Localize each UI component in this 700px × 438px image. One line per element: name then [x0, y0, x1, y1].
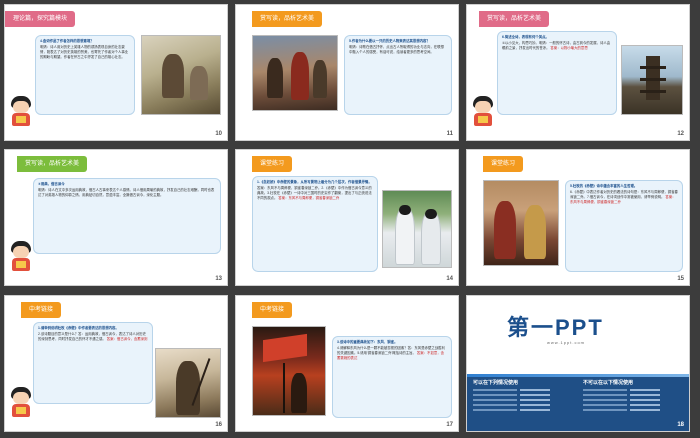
- content-box: 5.杜牧的《赤壁》诗中蕴含丰富的人生哲理。 6.《赤壁》中表达作者对历史的看法的…: [565, 180, 683, 272]
- slide-number: 14: [446, 276, 453, 282]
- question-text: 5.作者为什么要以一只的历史人物来表达其思想内容？: [349, 39, 430, 43]
- answer-text: 答案：借古讽今，含蓄深刻: [106, 337, 148, 341]
- slide-thumbnail-17[interactable]: 中考链接 3.该诗中的重要典故如下：东风、铜雀。 4.请解释东风为什么是一颗不能…: [235, 295, 459, 432]
- content-box: 5.作者为什么要以一只的历史人物来表达其思想内容？ 明清：诗歌在借古抒怀，点出古…: [344, 35, 452, 115]
- body-text: 6.《赤壁》中表达作者对历史的看法的诗句是：东风不与周郎便，铜雀春深锁二乔。7.…: [570, 190, 678, 199]
- question-text: 5.杜牧的《赤壁》诗中蕴含丰富的人生哲理。: [570, 184, 638, 188]
- slide-thumbnail-grid: 理论篇，探究篇模块 4.金词作品了作者怎样的思想意境？ 明清：诗人用对历史上英雄…: [0, 0, 700, 438]
- content-box: 1.《念奴娇》中赤壁的景象，从所写景物上看分为几个层次，作者借景抒情。 答案：东…: [252, 176, 378, 272]
- slide-number: 15: [677, 276, 684, 282]
- question-text: 6.简述全诗，表现有何个美点。: [502, 35, 549, 39]
- slide-banner: 课堂练习: [252, 156, 293, 172]
- slide-number: 12: [677, 131, 684, 137]
- opera-painting-image: [483, 180, 559, 266]
- slide-banner: 课堂练习: [483, 156, 524, 172]
- slide-number: 17: [446, 422, 453, 428]
- content-box: 4.金词作品了作者怎样的思想意境？ 明清：诗人用对历史上英雄人物的颂扬表现自身的…: [35, 35, 135, 115]
- warrior-painting-image: [155, 348, 221, 418]
- slide-thumbnail-13[interactable]: 赏写读，品析艺术美 ②用典，借古讽今 明清：诗人在文中多次运用典故，借古人古事来…: [4, 149, 228, 286]
- ink-painting-image: [141, 35, 221, 115]
- slide-number: 11: [446, 131, 453, 137]
- allowed-usage-heading: 可以在下列情况使用: [473, 380, 519, 386]
- body-text: 明清：诗歌在借古抒怀，点出古人所取得的功业与志向，在联想中融入个人的感受，有话可…: [349, 45, 444, 54]
- mascot-icon: [9, 241, 33, 275]
- mascot-icon: [9, 96, 33, 130]
- slide-banner: 理论篇，探究篇模块: [5, 11, 76, 27]
- brand-logo: 第一PPT: [507, 315, 604, 340]
- body-text: 明清：诗人在文中多次运用典故，借古人古事来表达个人感情。诗人借用周瑜的典故，抒发…: [38, 188, 215, 197]
- pagoda-image: [621, 45, 683, 115]
- slide-thumbnail-16[interactable]: 中考链接 1.请举例说明杜牧《赤壁》中作者要表达的思想内容。 2.该诗题目的意义…: [4, 295, 228, 432]
- drama-still-image: [382, 190, 452, 268]
- content-box: 1.请举例说明杜牧《赤壁》中作者要表达的思想内容。 2.该诗题目的意义是什么？答…: [33, 322, 153, 404]
- slide-number: 10: [215, 131, 222, 137]
- brand-header: 第一PPT www.1ppt.com: [467, 296, 689, 378]
- content-box: 6.简述全诗，表现有何个美点。 ①以小见大，构思巧妙。明清：一般的怀古诗，由古到…: [497, 31, 617, 115]
- slide-banner: 中考链接: [252, 302, 293, 318]
- slide-thumbnail-18[interactable]: 第一PPT www.1ppt.com 可以在下列情况使用 不可以在以下情况使用: [466, 295, 690, 432]
- question-text: 1.《念奴娇》中赤壁的景象，从所写景物上看分为几个层次，作者借景抒情。: [257, 180, 372, 184]
- content-box: ②用典，借古讽今 明清：诗人在文中多次运用典故，借古人古事来表达个人感情。诗人借…: [33, 178, 221, 254]
- question-text: ②用典，借古讽今: [38, 182, 65, 186]
- slide-number: 16: [215, 422, 222, 428]
- mascot-icon: [471, 96, 495, 130]
- slide-number: 18: [677, 422, 684, 428]
- slide-thumbnail-12[interactable]: 赏写读，品析艺术美 6.简述全诗，表现有何个美点。 ①以小见大，构思巧妙。明清：…: [466, 4, 690, 141]
- slide-thumbnail-10[interactable]: 理论篇，探究篇模块 4.金词作品了作者怎样的思想意境？ 明清：诗人用对历史上英雄…: [4, 4, 228, 141]
- question-text: 3.该诗中的重要典故如下：东风、铜雀。: [337, 340, 398, 344]
- usage-info-panel: 可以在下列情况使用 不可以在以下情况使用: [467, 377, 689, 431]
- slide-thumbnail-14[interactable]: 课堂练习 1.《念奴娇》中赤壁的景象，从所写景物上看分为几个层次，作者借景抒情。…: [235, 149, 459, 286]
- slide-thumbnail-11[interactable]: 赏写读，品析艺术美 5.作者为什么要以一只的历史人物来表达其思想内容？ 明清：诗…: [235, 4, 459, 141]
- slide-banner: 中考链接: [21, 302, 62, 318]
- mascot-icon: [9, 387, 33, 421]
- forbidden-usage-heading: 不可以在以下情况使用: [583, 380, 634, 386]
- answer-text: 答案：以物小喻大的意思: [550, 46, 588, 50]
- slide-banner: 赏写读，品析艺术美: [252, 11, 323, 27]
- slide-banner: 赏写读，品析艺术美: [479, 11, 550, 27]
- answer-text: 答案：东风不与周郎便，铜雀春深锁二乔: [278, 196, 340, 200]
- brand-url: www.1ppt.com: [547, 340, 586, 345]
- question-text: 1.请举例说明杜牧《赤壁》中作者要表达的思想内容。: [38, 326, 119, 330]
- slide-number: 13: [215, 276, 222, 282]
- battle-flag-image: [252, 326, 326, 416]
- slide-banner: 赏写读，品析艺术美: [17, 156, 88, 172]
- slide-thumbnail-15[interactable]: 课堂练习 5.杜牧的《赤壁》诗中蕴含丰富的人生哲理。 6.《赤壁》中表达作者对历…: [466, 149, 690, 286]
- question-text: 4.金词作品了作者怎样的思想意境？: [40, 39, 94, 43]
- body-text: 明清：诗人用对历史上英雄人物的颂扬表现自身的壮志豪情，既表达了对历史英雄的赞美，…: [40, 45, 129, 59]
- battle-painting-image: [252, 35, 338, 111]
- content-box: 3.该诗中的重要典故如下：东风、铜雀。 4.请解释东风为什么是一颗不能被忽视的因…: [332, 336, 452, 418]
